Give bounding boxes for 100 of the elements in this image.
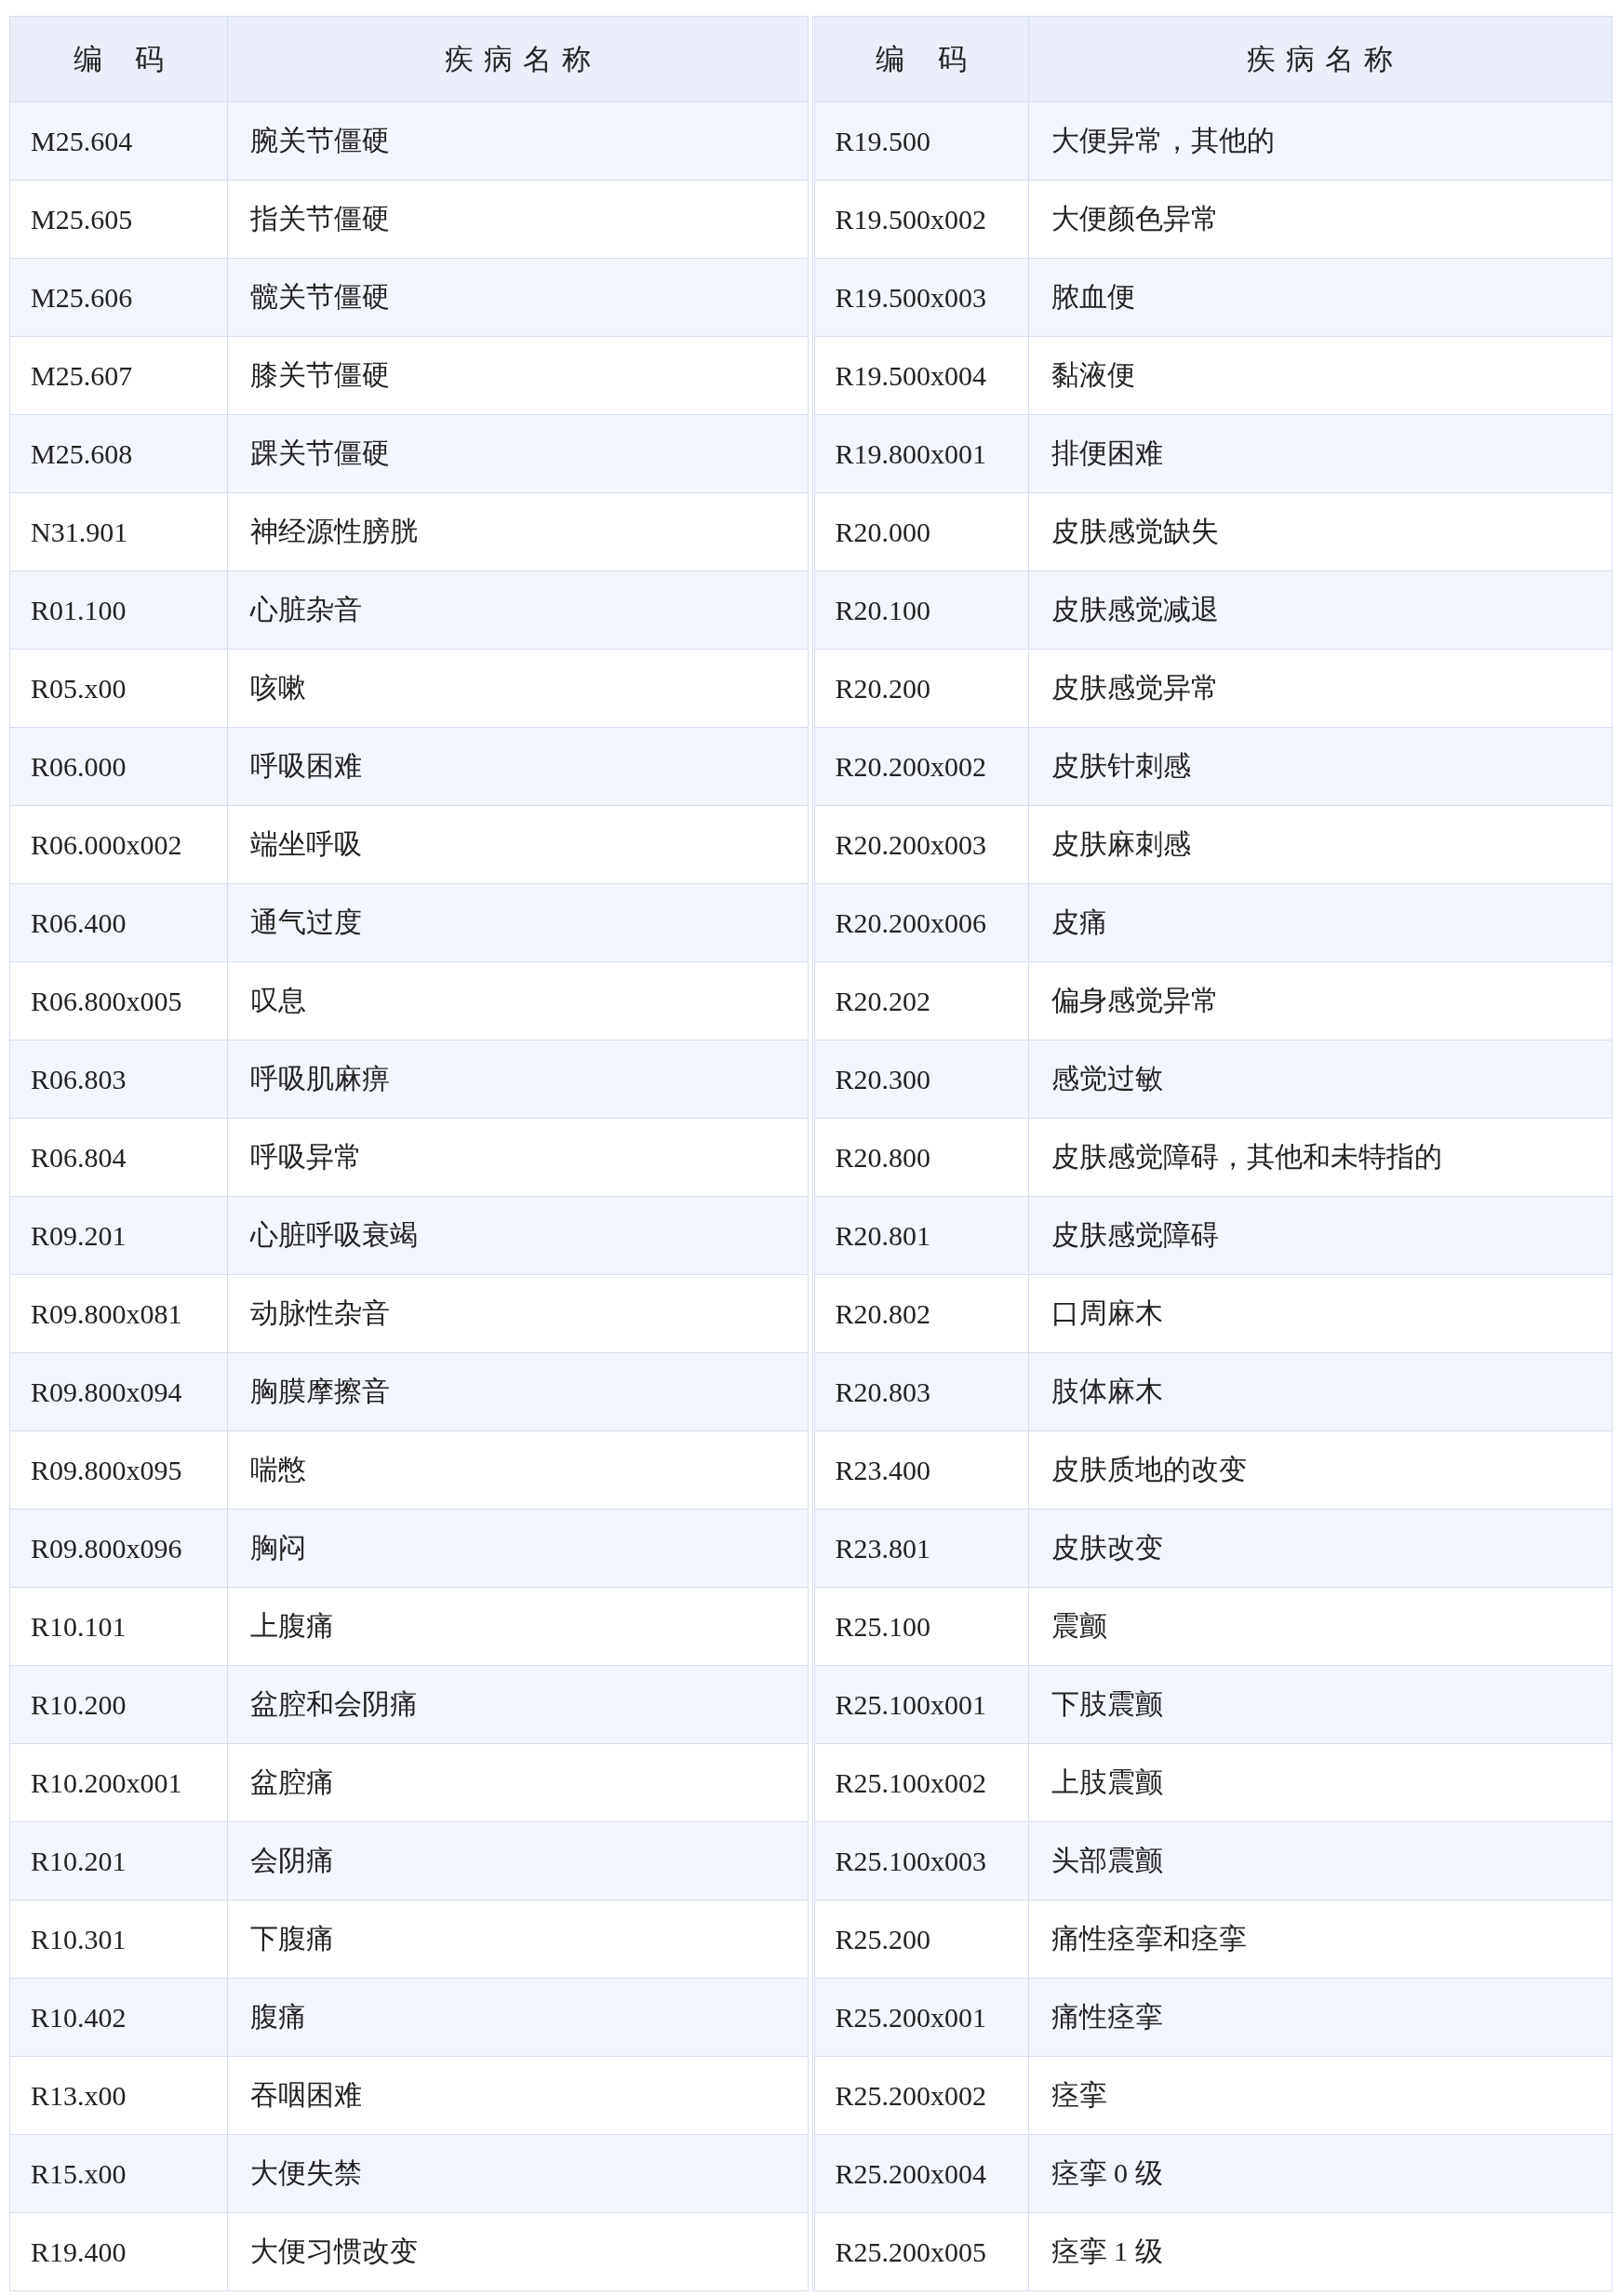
table-cell: 端坐呼吸 [228, 806, 809, 884]
table-cell: R06.804 [10, 1119, 228, 1197]
table-cell: 呼吸异常 [228, 1119, 809, 1197]
table-cell: 大便颜色异常 [1028, 181, 1612, 259]
table-cell: R20.800 [814, 1119, 1029, 1197]
column-header: 编 码 [10, 17, 228, 102]
table-cell: 排便困难 [1028, 415, 1612, 493]
table-cell: R20.200x002 [814, 728, 1029, 806]
table-cell: R20.802 [814, 1275, 1029, 1353]
table-cell: 偏身感觉异常 [1028, 962, 1612, 1041]
table-cell: 上肢震颤 [1028, 1744, 1612, 1822]
table-cell: 上腹痛 [228, 1588, 809, 1666]
table-cell: 喘憋 [228, 1431, 809, 1510]
table-cell: 下腹痛 [228, 1900, 809, 1979]
table-cell: R20.202 [814, 962, 1029, 1041]
table-cell: R09.800x095 [10, 1431, 228, 1510]
table-cell: 口周麻木 [1028, 1275, 1612, 1353]
table-cell: R20.300 [814, 1041, 1029, 1119]
table-cell: R05.x00 [10, 650, 228, 728]
table-cell: R09.201 [10, 1197, 228, 1275]
table-cell: 痉挛 [1028, 2057, 1612, 2135]
table-cell: R25.100x003 [814, 1822, 1029, 1900]
table-cell: 痛性痉挛和痉挛 [1028, 1900, 1612, 1979]
table-cell: R06.803 [10, 1041, 228, 1119]
table-cell: 皮痛 [1028, 884, 1612, 962]
column-header: 编 码 [814, 17, 1029, 102]
table-cell: R20.200 [814, 650, 1029, 728]
table-cell: 盆腔和会阴痛 [228, 1666, 809, 1744]
table-cell: 肢体麻木 [1028, 1353, 1612, 1431]
table-cell: 膝关节僵硬 [228, 337, 809, 415]
table-cell: 皮肤麻刺感 [1028, 806, 1612, 884]
table-cell: R10.101 [10, 1588, 228, 1666]
table-cell: 大便失禁 [228, 2135, 809, 2213]
table-cell: 大便异常，其他的 [1028, 102, 1612, 181]
table-cell: 皮肤感觉异常 [1028, 650, 1612, 728]
table-cell: 髋关节僵硬 [228, 259, 809, 337]
table-cell: 痛性痉挛 [1028, 1979, 1612, 2057]
table-cell: 皮肤改变 [1028, 1510, 1612, 1588]
table-cell: 皮肤感觉障碍，其他和未特指的 [1028, 1119, 1612, 1197]
table-cell: R25.200 [814, 1900, 1029, 1979]
table-cell: 皮肤感觉减退 [1028, 571, 1612, 650]
table-cell: R09.800x094 [10, 1353, 228, 1431]
table-cell: R23.801 [814, 1510, 1029, 1588]
table-cell: 呼吸困难 [228, 728, 809, 806]
table-cell: R19.500x002 [814, 181, 1029, 259]
table-cell: N31.901 [10, 493, 228, 571]
table-cell: R20.000 [814, 493, 1029, 571]
table-cell: 皮肤针刺感 [1028, 728, 1612, 806]
table-cell: 皮肤质地的改变 [1028, 1431, 1612, 1510]
table-cell: 痉挛 1 级 [1028, 2213, 1612, 2291]
table-cell: 腕关节僵硬 [228, 102, 809, 181]
table-cell: R20.200x006 [814, 884, 1029, 962]
table-cell: R23.400 [814, 1431, 1029, 1510]
table-cell: 会阴痛 [228, 1822, 809, 1900]
table-cell: R09.800x081 [10, 1275, 228, 1353]
table-cell: M25.605 [10, 181, 228, 259]
table-cell: R20.801 [814, 1197, 1029, 1275]
column-header: 疾 病 名 称 [1028, 17, 1612, 102]
table-cell: 皮肤感觉障碍 [1028, 1197, 1612, 1275]
table-cell: R19.500 [814, 102, 1029, 181]
table-cell: M25.604 [10, 102, 228, 181]
table-cell: 胸膜摩擦音 [228, 1353, 809, 1431]
table-cell: R10.200 [10, 1666, 228, 1744]
table-cell: 胸闷 [228, 1510, 809, 1588]
table-cell: R01.100 [10, 571, 228, 650]
table-cell: R25.200x001 [814, 1979, 1029, 2057]
table-cell: R09.800x096 [10, 1510, 228, 1588]
table-cell: R19.500x003 [814, 259, 1029, 337]
table-cell: 心脏杂音 [228, 571, 809, 650]
table-cell: R15.x00 [10, 2135, 228, 2213]
table-cell: 痉挛 0 级 [1028, 2135, 1612, 2213]
table-cell: 皮肤感觉缺失 [1028, 493, 1612, 571]
table-cell: R10.402 [10, 1979, 228, 2057]
table-cell: 头部震颤 [1028, 1822, 1612, 1900]
column-header: 疾 病 名 称 [228, 17, 809, 102]
table-cell: 叹息 [228, 962, 809, 1041]
table-cell: R19.800x001 [814, 415, 1029, 493]
table-cell: R10.301 [10, 1900, 228, 1979]
table-cell: 呼吸肌麻痹 [228, 1041, 809, 1119]
table-cell: R19.400 [10, 2213, 228, 2291]
table-cell: R10.201 [10, 1822, 228, 1900]
table-cell: 黏液便 [1028, 337, 1612, 415]
table-cell: R25.200x005 [814, 2213, 1029, 2291]
table-cell: 下肢震颤 [1028, 1666, 1612, 1744]
table-cell: 大便习惯改变 [228, 2213, 809, 2291]
table-cell: M25.606 [10, 259, 228, 337]
table-cell: 动脉性杂音 [228, 1275, 809, 1353]
table-cell: R19.500x004 [814, 337, 1029, 415]
table-cell: 心脏呼吸衰竭 [228, 1197, 809, 1275]
table-cell: 踝关节僵硬 [228, 415, 809, 493]
table-cell: R06.400 [10, 884, 228, 962]
table-cell: 腹痛 [228, 1979, 809, 2057]
table-cell: R20.200x003 [814, 806, 1029, 884]
table-cell: 通气过度 [228, 884, 809, 962]
table-cell: 脓血便 [1028, 259, 1612, 337]
table-cell: 咳嗽 [228, 650, 809, 728]
table-cell: R25.200x002 [814, 2057, 1029, 2135]
table-cell: M25.607 [10, 337, 228, 415]
table-cell: R20.803 [814, 1353, 1029, 1431]
table-cell: 神经源性膀胱 [228, 493, 809, 571]
